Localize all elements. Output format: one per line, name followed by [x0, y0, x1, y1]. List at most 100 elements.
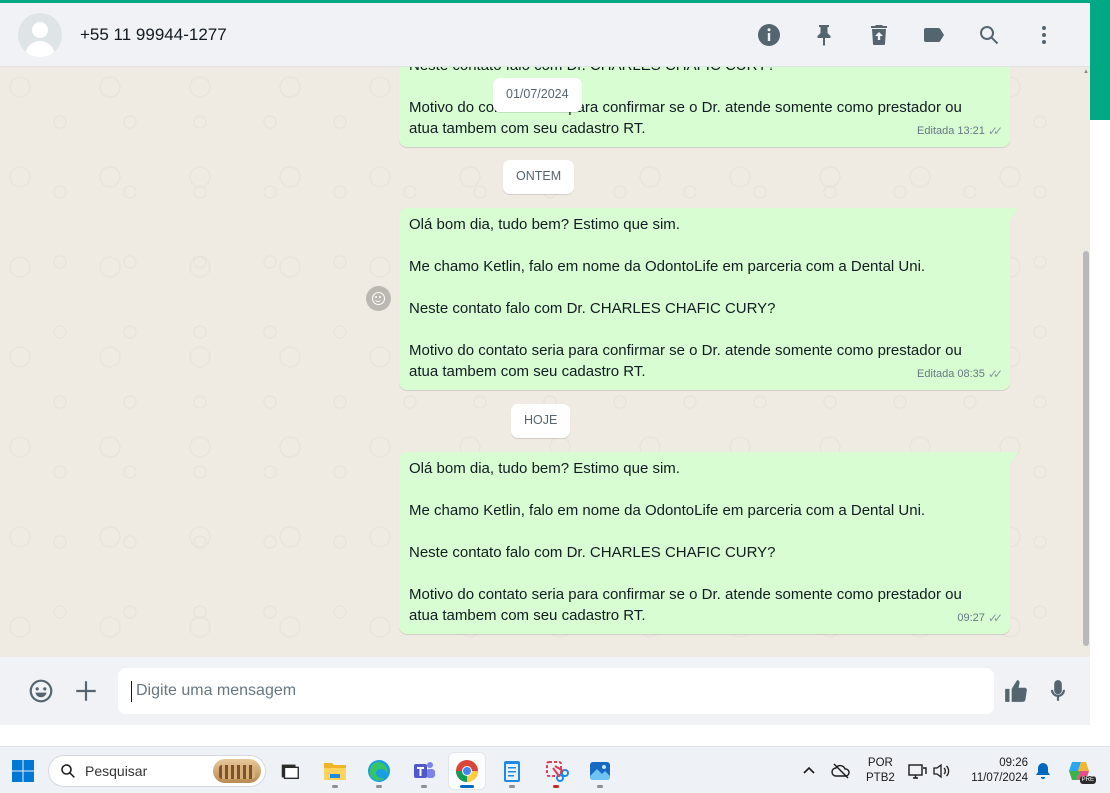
running-indicator — [509, 785, 515, 788]
attach-button[interactable] — [65, 670, 107, 712]
double-check-icon: ✓✓ — [987, 611, 1003, 625]
notepad-button[interactable] — [494, 753, 530, 789]
info-icon — [758, 24, 780, 46]
like-button[interactable] — [995, 670, 1037, 712]
chrome-button[interactable] — [449, 753, 485, 789]
message-line: Olá bom dia, tudo bem? Estimo que sim. — [409, 460, 680, 477]
double-check-icon: ✓✓ — [987, 367, 1003, 381]
message-input[interactable] — [118, 668, 994, 714]
task-view-icon — [281, 764, 299, 780]
scroll-up-arrow-icon[interactable]: ▲ — [1083, 69, 1089, 75]
volume-button[interactable] — [927, 753, 957, 789]
message-meta: Editada 13:21 ✓✓ — [917, 121, 1003, 142]
bubble-tail — [1010, 452, 1018, 464]
message-line: Me chamo Ketlin, falo em nome da OdontoL… — [409, 258, 926, 275]
speaker-icon — [933, 763, 950, 779]
task-view-button[interactable] — [272, 753, 308, 789]
start-button[interactable] — [5, 753, 41, 789]
text-caret — [131, 681, 132, 702]
microphone-icon — [1050, 680, 1066, 701]
avatar-body-shape — [25, 40, 55, 57]
edge-button[interactable] — [361, 753, 397, 789]
onedrive-button[interactable] — [823, 753, 859, 789]
search-button[interactable] — [967, 13, 1011, 57]
clear-chat-icon — [871, 25, 887, 45]
message-line: Me chamo Ketlin, falo em nome da OdontoL… — [409, 502, 926, 519]
bell-icon — [1036, 763, 1050, 779]
folder-icon — [324, 763, 346, 780]
message-bubble-3[interactable]: Olá bom dia, tudo bem? Estimo que sim. M… — [399, 452, 1018, 634]
clock-date: 11/07/2024 — [971, 772, 1028, 784]
edited-label: Editada — [917, 125, 955, 137]
whatsapp-window: +55 11 99944-1277 N — [0, 0, 1110, 746]
taskbar-search-label: Pesquisar — [85, 763, 148, 779]
chevron-up-icon — [803, 766, 815, 774]
message-bubble-2[interactable]: Olá bom dia, tudo bem? Estimo que sim. M… — [399, 208, 1018, 390]
tray-overflow-button[interactable] — [791, 753, 827, 789]
running-indicator — [332, 785, 338, 788]
clock-time: 09:26 — [999, 757, 1028, 769]
label-icon — [924, 28, 944, 42]
network-icon — [908, 764, 927, 779]
taskbar-search[interactable]: Pesquisar — [48, 755, 266, 787]
message-line: Neste contato falo com Dr. CHARLES CHAFI… — [409, 544, 776, 561]
message-list[interactable]: Neste contato falo com Dr. CHARLES CHAFI… — [0, 67, 1090, 657]
snipping-tool-button[interactable] — [538, 753, 574, 789]
info-button[interactable] — [747, 13, 791, 57]
system-clock[interactable]: 09:26 11/07/2024 — [962, 756, 1028, 786]
scrollbar-thumb[interactable] — [1083, 251, 1089, 646]
message-composer — [0, 657, 1090, 725]
message-time: 08:35 — [957, 368, 985, 380]
message-time: 13:21 — [957, 125, 985, 137]
search-icon — [980, 26, 999, 45]
photos-icon — [590, 762, 610, 780]
menu-button[interactable] — [1022, 13, 1066, 57]
search-highlight-image — [213, 759, 261, 783]
windows-logo-icon — [12, 760, 34, 782]
date-label-first: 01/07/2024 — [493, 78, 582, 112]
chat-scrollbar[interactable]: ▲ — [1082, 67, 1090, 657]
copilot-button[interactable]: PRE — [1061, 753, 1097, 789]
teams-button[interactable] — [406, 753, 442, 789]
pin-icon — [817, 25, 831, 46]
snipping-tool-icon — [546, 761, 569, 782]
edited-label: Editada — [917, 368, 955, 380]
chrome-icon — [456, 760, 478, 782]
message-meta: 09:27 ✓✓ — [954, 608, 1003, 629]
bubble-tail — [1010, 208, 1018, 220]
clear-chat-button[interactable] — [857, 13, 901, 57]
chat-header[interactable]: +55 11 99944-1277 — [0, 3, 1090, 67]
photos-button[interactable] — [582, 753, 618, 789]
message-time: 09:27 — [957, 612, 985, 624]
running-indicator — [376, 785, 382, 788]
message-line: Olá bom dia, tudo bem? Estimo que sim. — [409, 216, 680, 233]
label-button[interactable] — [912, 13, 956, 57]
right-accent-strip — [1090, 0, 1110, 120]
windows-taskbar: Pesquisar POR PTB2 09:26 11/07/2024 PRE — [0, 746, 1110, 793]
plus-icon — [76, 681, 96, 701]
notifications-button[interactable] — [1026, 753, 1060, 789]
notepad-icon — [504, 761, 520, 782]
date-label-second: ONTEM — [503, 160, 575, 194]
header-actions — [736, 13, 1066, 57]
message-line: Motivo do contato seria para confirmar s… — [409, 586, 962, 624]
message-line: Neste contato falo com Dr. CHARLES CHAFI… — [409, 67, 988, 76]
message-meta: Editada 08:35 ✓✓ — [917, 364, 1003, 385]
double-check-icon: ✓✓ — [987, 124, 1003, 138]
emoji-smile-icon — [372, 292, 385, 305]
contact-name[interactable]: +55 11 99944-1277 — [80, 25, 227, 45]
teams-icon — [414, 762, 435, 778]
pin-button[interactable] — [802, 13, 846, 57]
react-button[interactable] — [366, 286, 391, 311]
message-line: Neste contato falo com Dr. CHARLES CHAFI… — [409, 300, 776, 317]
message-bubble-1[interactable]: Neste contato falo com Dr. CHARLES CHAFI… — [399, 67, 1010, 147]
preview-badge: PRE — [1079, 776, 1096, 784]
file-explorer-button[interactable] — [317, 753, 353, 789]
emoji-button[interactable] — [20, 670, 62, 712]
thumbs-up-icon — [1005, 680, 1027, 702]
input-language[interactable]: POR PTB2 — [866, 756, 895, 786]
voice-message-button[interactable] — [1037, 670, 1079, 712]
edge-icon — [368, 760, 390, 782]
contact-avatar[interactable] — [18, 12, 62, 57]
running-indicator — [421, 785, 427, 788]
